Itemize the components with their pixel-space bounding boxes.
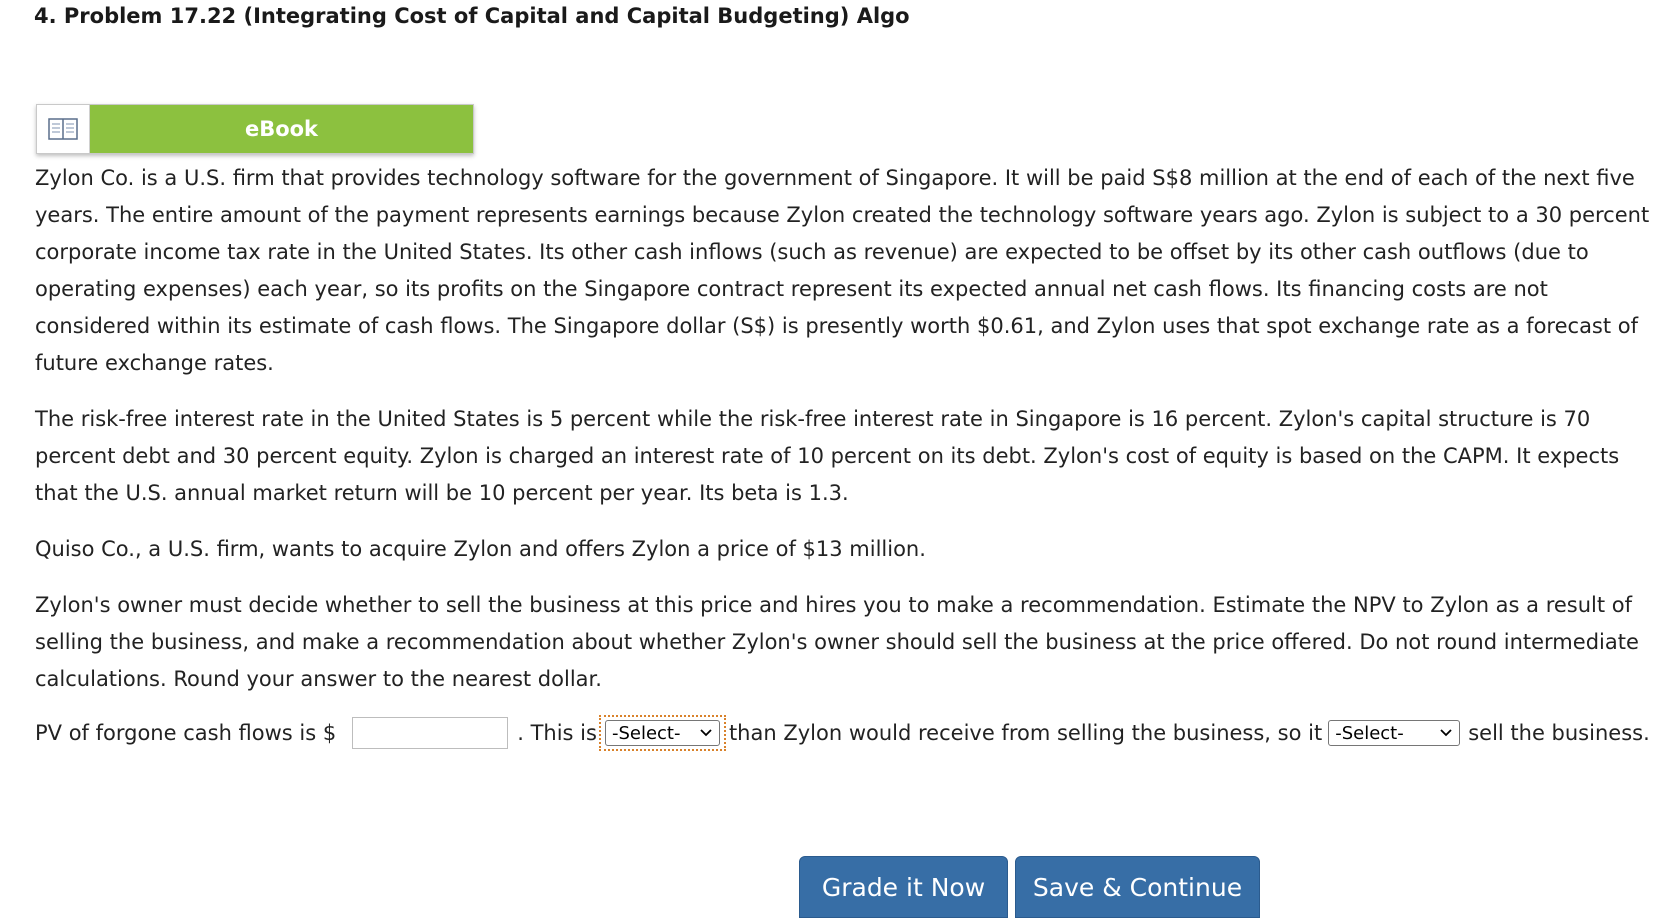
chevron-down-icon <box>1440 729 1452 737</box>
answer-suffix: sell the business. <box>1468 721 1650 745</box>
grade-it-now-button[interactable]: Grade it Now <box>799 856 1008 918</box>
book-icon <box>37 105 90 153</box>
comparison-select[interactable]: -Select- <box>604 720 720 746</box>
comparison-select-value: -Select- <box>611 722 681 744</box>
ebook-label[interactable]: eBook <box>90 105 473 153</box>
select-1-focus-ring: -Select- <box>598 715 726 751</box>
problem-statement: Zylon Co. is a U.S. firm that provides t… <box>35 160 1665 717</box>
ebook-button[interactable]: eBook <box>36 104 474 154</box>
paragraph-3: Quiso Co., a U.S. firm, wants to acquire… <box>35 537 926 561</box>
paragraph-4: Zylon's owner must decide whether to sel… <box>35 593 1639 691</box>
save-continue-button[interactable]: Save & Continue <box>1015 856 1260 918</box>
answer-mid-2: than Zylon would receive from selling th… <box>728 721 1323 745</box>
problem-title: 4. Problem 17.22 (Integrating Cost of Ca… <box>34 4 910 28</box>
answer-mid-1: . This is <box>517 721 597 745</box>
recommendation-select-value: -Select- <box>1335 722 1404 744</box>
paragraph-1: Zylon Co. is a U.S. firm that provides t… <box>35 166 1650 375</box>
pv-input[interactable] <box>352 717 509 749</box>
paragraph-2: The risk-free interest rate in the Unite… <box>35 407 1620 505</box>
answer-row: PV of forgone cash flows is $ . This is … <box>35 713 1650 753</box>
recommendation-select[interactable]: -Select- <box>1328 720 1461 746</box>
chevron-down-icon <box>700 729 712 737</box>
answer-prefix: PV of forgone cash flows is $ <box>35 721 337 745</box>
